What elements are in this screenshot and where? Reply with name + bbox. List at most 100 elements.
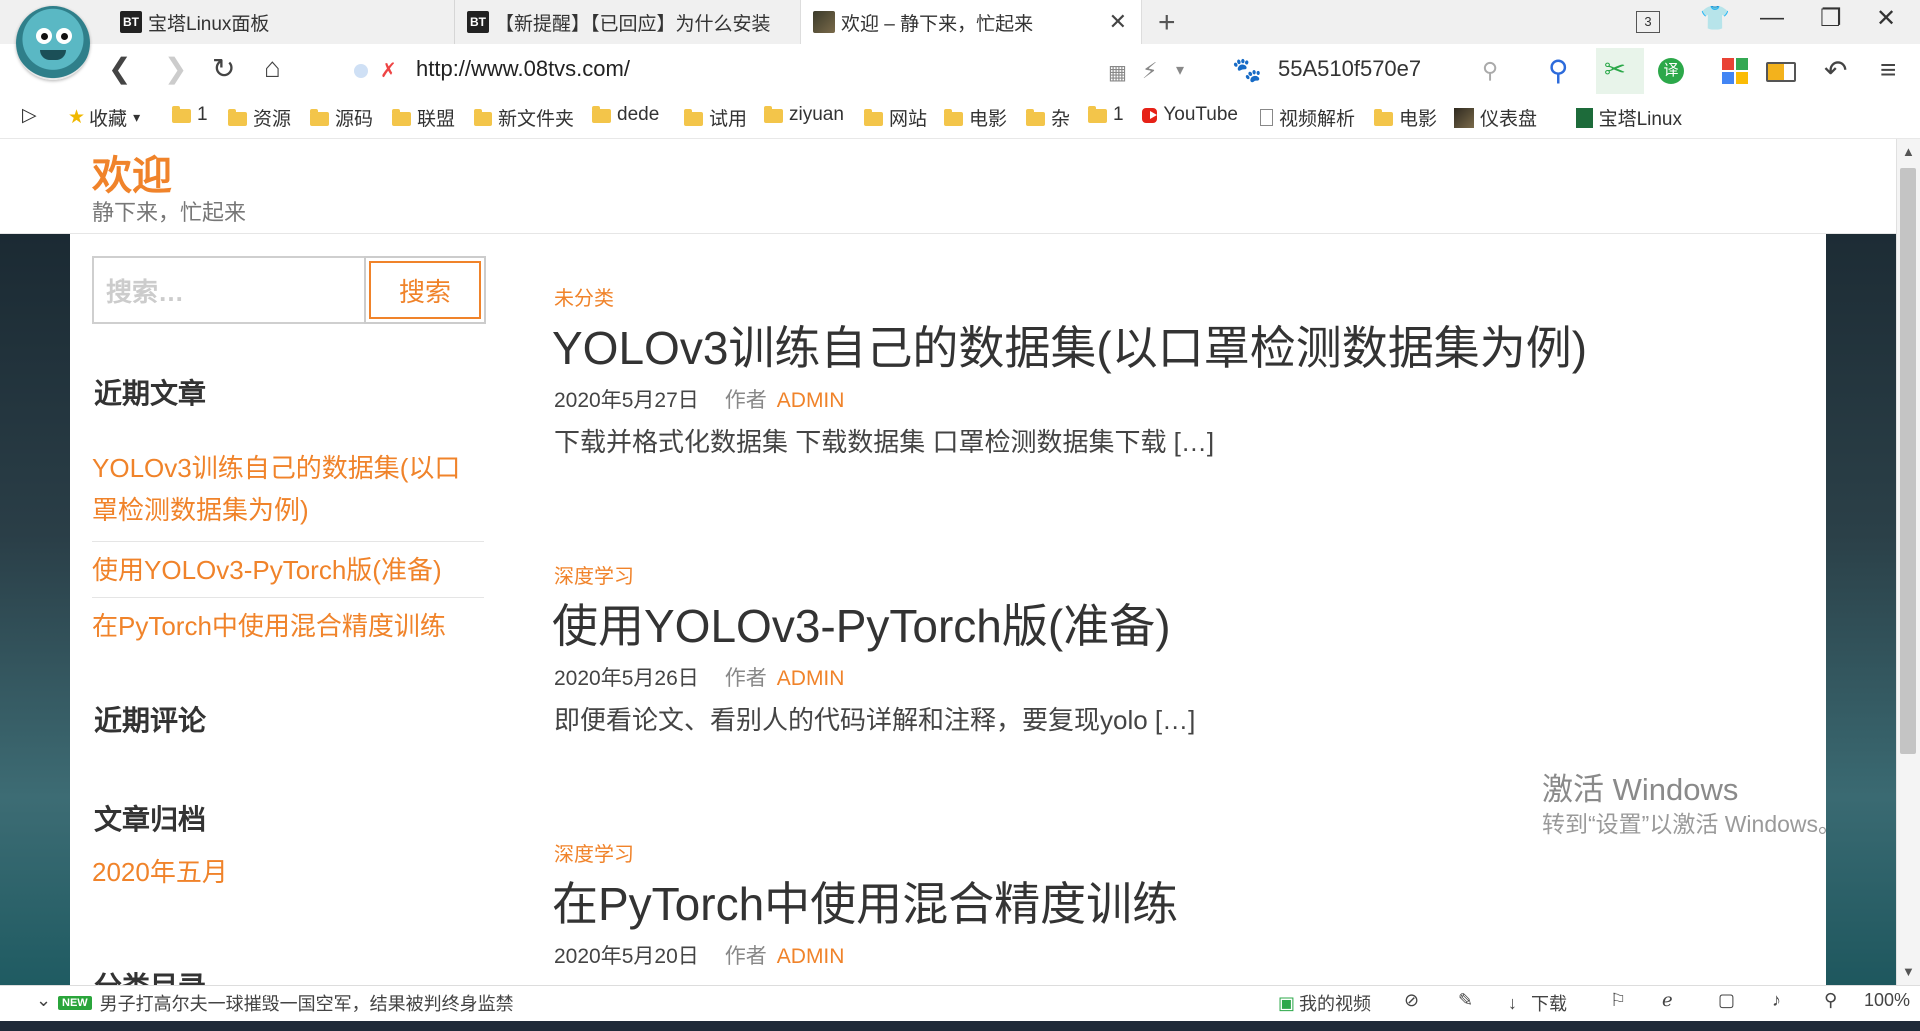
lightning-icon[interactable]: ⚡ bbox=[1142, 58, 1157, 84]
zoom-level[interactable]: 100% bbox=[1864, 990, 1910, 1011]
scrollbar-thumb[interactable] bbox=[1900, 168, 1916, 754]
bookmark-baota[interactable]: 宝塔Linux bbox=[1576, 104, 1682, 131]
forward-icon[interactable]: ❯ bbox=[164, 52, 187, 85]
address-input[interactable]: http://www.08tvs.com/ bbox=[416, 56, 630, 82]
close-tab-icon[interactable]: ✕ bbox=[1109, 9, 1127, 35]
post-date[interactable]: 2020年5月26日 bbox=[554, 667, 699, 690]
download-button[interactable]: ↓ 下载 bbox=[1508, 990, 1567, 1016]
post-excerpt: 即便看论文、看别人的代码详解和注释，要复现yolo […] bbox=[554, 705, 1196, 735]
bt-favicon-icon: BT bbox=[467, 11, 489, 33]
window-icon[interactable]: ▢ bbox=[1718, 990, 1735, 1011]
tab-forum-reminder[interactable]: BT 【新提醒】【已回应】为什么安装 bbox=[454, 0, 796, 44]
recent-post-link[interactable]: 在PyTorch中使用混合精度训练 bbox=[92, 605, 446, 647]
zoom-icon[interactable]: ⚲ bbox=[1824, 990, 1837, 1011]
archive-link[interactable]: 2020年五月 bbox=[92, 851, 228, 893]
tab-baota-panel[interactable]: BT 宝塔Linux面板 bbox=[110, 0, 452, 44]
insecure-icon[interactable]: ✗ bbox=[380, 58, 397, 83]
bookmark-video-parse[interactable]: 视频解析 bbox=[1260, 104, 1355, 131]
post-title[interactable]: YOLOv3训练自己的数据集(以口罩检测数据集为例) bbox=[552, 312, 1587, 378]
bookmark-folder[interactable]: 1 bbox=[1088, 104, 1124, 126]
post-category[interactable]: 深度学习 bbox=[554, 838, 634, 867]
translate-icon[interactable]: 译 bbox=[1658, 58, 1684, 84]
bookmark-folder[interactable]: 试用 bbox=[684, 104, 747, 131]
skin-shirt-icon[interactable]: 👕 bbox=[1700, 4, 1730, 33]
back-icon[interactable]: ❮ bbox=[108, 52, 131, 85]
my-video-button[interactable]: ▣ 我的视频 bbox=[1278, 990, 1371, 1016]
chevron-down-icon[interactable]: ▾ bbox=[1176, 60, 1184, 80]
search-input[interactable]: 搜索… bbox=[92, 256, 364, 324]
bookmark-folder[interactable]: 电影 bbox=[944, 104, 1007, 131]
reload-icon[interactable]: ↻ bbox=[212, 52, 235, 85]
post-category[interactable]: 深度学习 bbox=[554, 560, 634, 589]
post-date[interactable]: 2020年5月20日 bbox=[554, 945, 699, 968]
scissors-icon[interactable]: ✂ bbox=[1604, 54, 1626, 85]
bookmark-folder[interactable]: 资源 bbox=[228, 104, 291, 131]
tab-count-icon[interactable]: 3 bbox=[1636, 11, 1660, 33]
volume-icon[interactable]: ♪ bbox=[1772, 990, 1781, 1011]
battery-level bbox=[1768, 64, 1784, 80]
bookmark-label: 杂 bbox=[1051, 109, 1071, 130]
magnifier-icon[interactable]: ⚲ bbox=[1548, 54, 1569, 87]
bookmark-folder[interactable]: 电影 bbox=[1374, 104, 1437, 131]
bookmark-label: 试用 bbox=[709, 109, 748, 130]
collapse-icon[interactable]: ⌄ bbox=[36, 990, 51, 1011]
flag-icon[interactable]: ⚐ bbox=[1610, 990, 1626, 1011]
browser-logo[interactable] bbox=[16, 6, 90, 80]
bookmark-label: 1 bbox=[197, 104, 208, 125]
bookmark-label: 资源 bbox=[253, 109, 292, 130]
tab-welcome-active[interactable]: 欢迎 – 静下来，忙起来 ✕ bbox=[800, 0, 1142, 44]
bookmark-dashboard[interactable]: 仪表盘 bbox=[1454, 104, 1560, 131]
minimize-icon[interactable]: — bbox=[1760, 4, 1784, 32]
site-title[interactable]: 欢迎 bbox=[92, 143, 172, 201]
bookmark-label: 联盟 bbox=[417, 109, 456, 130]
post-author[interactable]: ADMIN bbox=[777, 389, 845, 412]
sidebar-toggle-icon[interactable]: ▷ bbox=[22, 104, 37, 127]
recent-posts-heading: 近期文章 bbox=[94, 378, 207, 409]
post-title[interactable]: 在PyTorch中使用混合精度训练 bbox=[552, 868, 1178, 934]
pin-icon[interactable]: ✎ bbox=[1458, 990, 1473, 1011]
close-window-icon[interactable]: ✕ bbox=[1876, 4, 1896, 33]
recent-comments-heading: 近期评论 bbox=[94, 705, 207, 736]
post-meta: 2020年5月27日 作者 ADMIN bbox=[554, 384, 844, 414]
recent-post-link[interactable]: YOLOv3训练自己的数据集(以口 罩检测数据集为例) bbox=[92, 447, 460, 531]
bt-favicon-icon bbox=[1576, 107, 1593, 128]
ie-icon[interactable]: ℯ bbox=[1662, 990, 1673, 1011]
post-title[interactable]: 使用YOLOv3-PyTorch版(准备) bbox=[552, 590, 1171, 656]
bookmark-folder[interactable]: ziyuan bbox=[764, 104, 844, 126]
post-by: 作者 bbox=[724, 667, 767, 690]
bookmark-folder[interactable]: 杂 bbox=[1026, 104, 1070, 131]
bookmark-folder[interactable]: 1 bbox=[172, 104, 208, 126]
bookmark-folder[interactable]: dede bbox=[592, 104, 659, 126]
post-date[interactable]: 2020年5月27日 bbox=[554, 389, 699, 412]
scroll-up-icon[interactable]: ▲ bbox=[1902, 144, 1915, 159]
search-engine-input[interactable]: 55A510f570e7 bbox=[1278, 56, 1421, 82]
home-icon[interactable]: ⌂ bbox=[264, 52, 281, 84]
dashboard-favicon-icon bbox=[1454, 107, 1474, 128]
apps-icon[interactable] bbox=[1722, 58, 1734, 70]
qrcode-icon[interactable]: ▦ bbox=[1108, 60, 1127, 85]
restore-icon[interactable]: ❐ bbox=[1820, 4, 1842, 33]
new-tab-icon[interactable]: + bbox=[1158, 6, 1176, 40]
search-icon[interactable]: ⚲ bbox=[1482, 58, 1498, 84]
speed-icon[interactable]: ⊘ bbox=[1404, 990, 1419, 1011]
post-meta: 2020年5月20日 作者 ADMIN bbox=[554, 940, 844, 970]
post-category[interactable]: 未分类 bbox=[554, 282, 614, 311]
post-by: 作者 bbox=[724, 389, 767, 412]
scroll-down-icon[interactable]: ▼ bbox=[1902, 964, 1915, 979]
site-info-icon[interactable] bbox=[354, 64, 368, 78]
bookmark-folder[interactable]: 新文件夹 bbox=[474, 104, 574, 131]
undo-icon[interactable]: ↶ bbox=[1824, 54, 1847, 87]
news-ticker[interactable]: NEW 男子打高尔夫一球摧毁一国空军，结果被判终身监禁 bbox=[58, 990, 514, 1016]
post-author[interactable]: ADMIN bbox=[777, 667, 845, 690]
bookmark-youtube[interactable]: YouTube bbox=[1142, 104, 1238, 126]
apps-icon-part bbox=[1722, 72, 1734, 84]
search-button[interactable]: 搜索 bbox=[364, 256, 486, 324]
baidu-paw-icon[interactable]: 🐾 bbox=[1232, 56, 1262, 85]
post-author[interactable]: ADMIN bbox=[777, 945, 845, 968]
recent-post-link[interactable]: 使用YOLOv3-PyTorch版(准备) bbox=[92, 549, 442, 591]
bookmark-folder[interactable]: 网站 bbox=[864, 104, 927, 131]
bookmark-folder[interactable]: 源码 bbox=[310, 104, 373, 131]
menu-icon[interactable]: ≡ bbox=[1880, 54, 1896, 86]
bookmark-favorites[interactable]: ★ 收藏 ▾ bbox=[68, 104, 140, 131]
bookmark-folder[interactable]: 联盟 bbox=[392, 104, 455, 131]
